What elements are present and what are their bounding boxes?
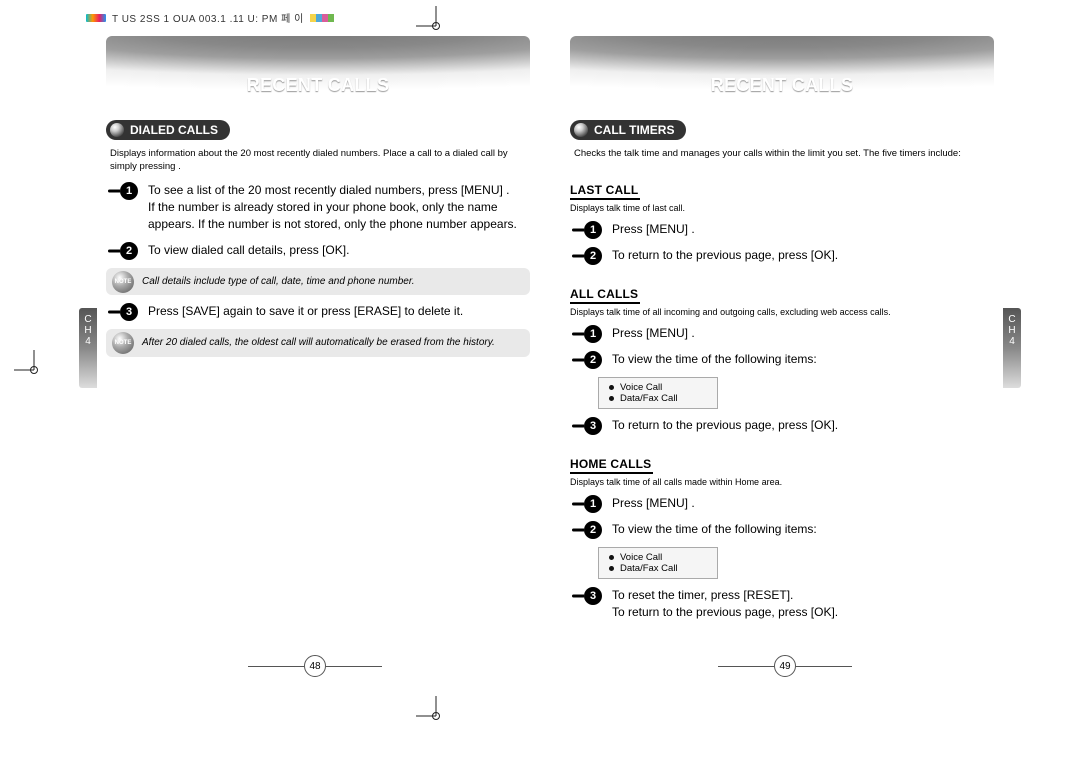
note-text: After 20 dialed calls, the oldest call w…: [142, 337, 495, 348]
section-heading: DIALED CALLS: [106, 120, 230, 140]
bullet-icon: [609, 396, 614, 401]
step-text: To view dialed call details, press [OK].: [148, 242, 349, 259]
note-box: NOTE Call details include type of call, …: [106, 268, 530, 296]
step-text: Press [MENU] .: [612, 325, 695, 342]
step-text: Press [SAVE] again to save it or press […: [148, 303, 463, 320]
color-swatch-icon: [86, 14, 106, 22]
step-text: To view the time of the following items:: [612, 351, 817, 368]
list-item: Data/Fax Call: [609, 393, 707, 404]
meta-text: T US 2SS 1 OUA 003.1 .11 U: PM 페 이: [112, 10, 304, 25]
registration-mark: [14, 350, 54, 390]
option-list-box: Voice Call Data/Fax Call: [598, 547, 718, 579]
instruction-step: 2 To view the time of the following items…: [584, 521, 994, 539]
list-item-label: Voice Call: [620, 382, 662, 393]
bullet-icon: [609, 555, 614, 560]
list-item-label: Voice Call: [620, 552, 662, 563]
step-number-icon: 2: [584, 247, 602, 265]
step-number-icon: 1: [584, 221, 602, 239]
page-number-decoration: 49: [718, 655, 852, 677]
subsection-description: Displays talk time of all incoming and o…: [570, 307, 994, 317]
subsection-heading: HOME CALLS: [570, 457, 653, 474]
note-icon: NOTE: [112, 271, 134, 293]
list-item: Voice Call: [609, 382, 707, 393]
step-number-icon: 3: [120, 303, 138, 321]
step-number-icon: 2: [120, 242, 138, 260]
document-spread: T US 2SS 1 OUA 003.1 .11 U: PM 페 이 C H 4…: [0, 0, 1080, 763]
step-text: To return to the previous page, press [O…: [612, 417, 838, 434]
subsection-description: Displays talk time of last call.: [570, 203, 994, 213]
step-text: To return to the previous page, press [O…: [612, 247, 838, 264]
option-list-box: Voice Call Data/Fax Call: [598, 377, 718, 409]
file-metadata: T US 2SS 1 OUA 003.1 .11 U: PM 페 이: [72, 10, 334, 25]
step-text: To see a list of the 20 most recently di…: [148, 182, 530, 234]
section-description: Checks the talk time and manages your ca…: [574, 148, 994, 161]
section-heading-label: CALL TIMERS: [594, 123, 674, 137]
list-item-label: Data/Fax Call: [620, 393, 678, 404]
subsection-heading: ALL CALLS: [570, 287, 640, 304]
color-chips-icon: [310, 14, 334, 22]
note-icon: NOTE: [112, 332, 134, 354]
page-number: 48: [304, 655, 326, 677]
instruction-step: 2 To view dialed call details, press [OK…: [120, 242, 530, 260]
section-heading-label: DIALED CALLS: [130, 123, 218, 137]
list-item: Voice Call: [609, 552, 707, 563]
step-number-icon: 3: [584, 587, 602, 605]
step-text: To view the time of the following items:: [612, 521, 817, 538]
chapter-tab-text: C H 4: [79, 314, 97, 347]
step-number-icon: 1: [584, 325, 602, 343]
step-number-icon: 2: [584, 521, 602, 539]
page-right: C H 4 RECENT CALLS CALL TIMERS Checks th…: [550, 30, 1020, 683]
bullet-icon: [609, 566, 614, 571]
section-heading: CALL TIMERS: [570, 120, 686, 140]
instruction-step: 1 To see a list of the 20 most recently …: [120, 182, 530, 234]
instruction-step: 2 To view the time of the following items…: [584, 351, 994, 369]
page-header-banner: RECENT CALLS: [106, 36, 530, 104]
instruction-step: 2 To return to the previous page, press […: [584, 247, 994, 265]
registration-mark: [416, 696, 456, 736]
chapter-tab-text: C H 4: [1003, 314, 1021, 347]
step-text: Press [MENU] .: [612, 495, 695, 512]
step-number-icon: 1: [584, 495, 602, 513]
pages-container: C H 4 RECENT CALLS DIALED CALLS Displays…: [80, 30, 1020, 683]
page-number-decoration: 48: [248, 655, 382, 677]
page-header-title: RECENT CALLS: [570, 75, 994, 96]
instruction-step: 3 To return to the previous page, press […: [584, 417, 994, 435]
bullet-icon: [574, 123, 588, 137]
step-number-icon: 2: [584, 351, 602, 369]
step-text: Press [MENU] .: [612, 221, 695, 238]
instruction-step: 1 Press [MENU] .: [584, 325, 994, 343]
subsection-heading: LAST CALL: [570, 183, 640, 200]
instruction-step: 3 To reset the timer, press [RESET]. To r…: [584, 587, 994, 622]
step-number-icon: 1: [120, 182, 138, 200]
bullet-icon: [110, 123, 124, 137]
chapter-tab: C H 4: [79, 308, 97, 388]
page-header-title: RECENT CALLS: [106, 75, 530, 96]
page-header-banner: RECENT CALLS: [570, 36, 994, 104]
note-box: NOTE After 20 dialed calls, the oldest c…: [106, 329, 530, 357]
step-text: To reset the timer, press [RESET]. To re…: [612, 587, 838, 622]
step-number-icon: 3: [584, 417, 602, 435]
instruction-step: 1 Press [MENU] .: [584, 221, 994, 239]
instruction-step: 1 Press [MENU] .: [584, 495, 994, 513]
page-number: 49: [774, 655, 796, 677]
chapter-tab: C H 4: [1003, 308, 1021, 388]
list-item-label: Data/Fax Call: [620, 563, 678, 574]
note-text: Call details include type of call, date,…: [142, 276, 415, 287]
subsection-description: Displays talk time of all calls made wit…: [570, 477, 994, 487]
bullet-icon: [609, 385, 614, 390]
page-left: C H 4 RECENT CALLS DIALED CALLS Displays…: [80, 30, 550, 683]
list-item: Data/Fax Call: [609, 563, 707, 574]
section-description: Displays information about the 20 most r…: [110, 148, 530, 174]
instruction-step: 3 Press [SAVE] again to save it or press…: [120, 303, 530, 321]
